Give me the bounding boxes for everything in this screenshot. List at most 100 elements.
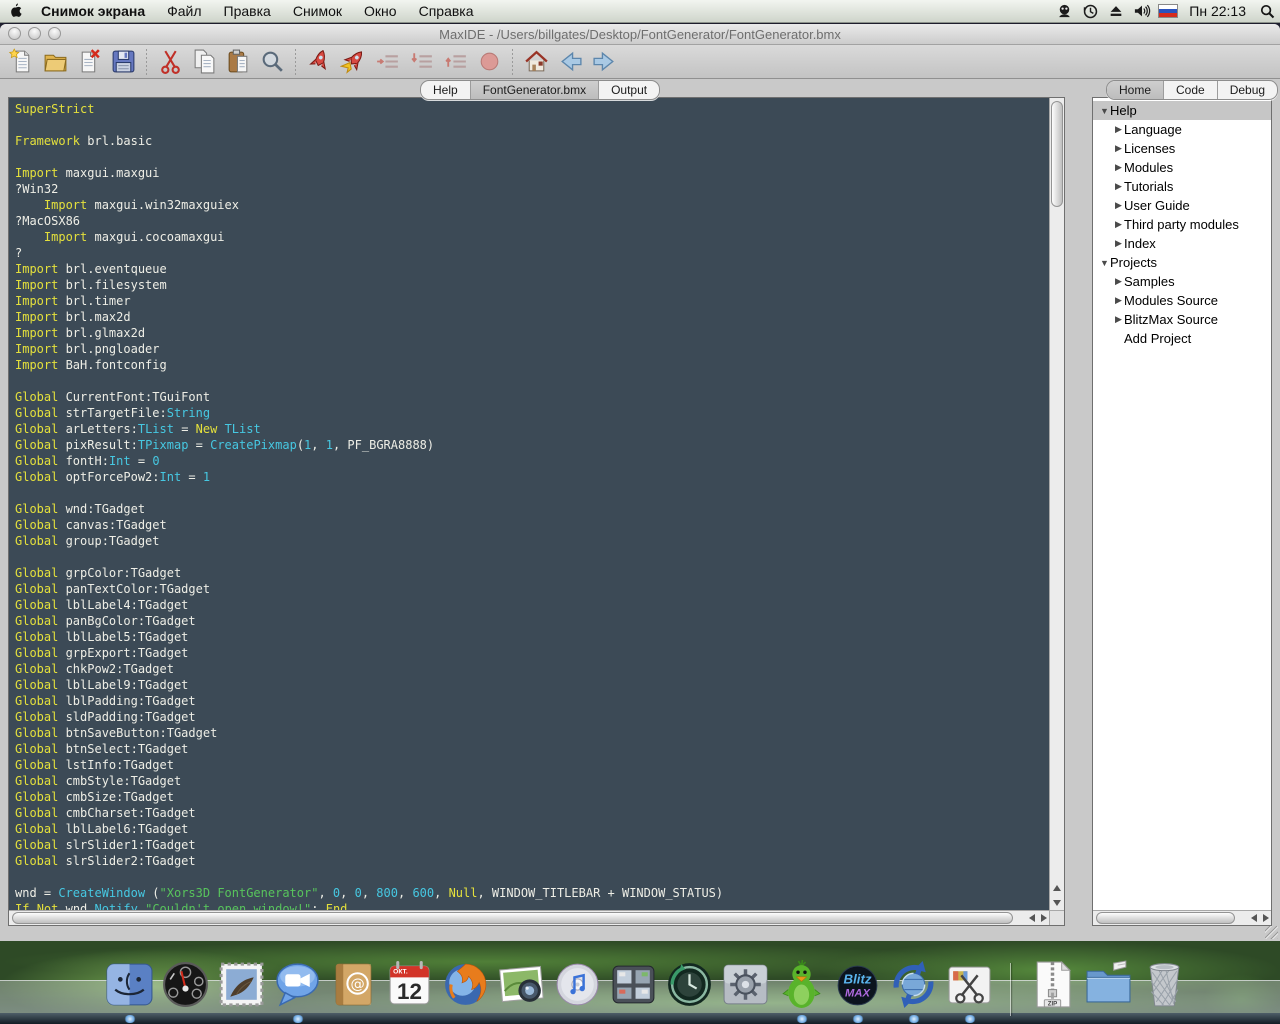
disclosure-down-icon[interactable]: ▼ <box>1099 258 1110 268</box>
editor-hscroll-thumb[interactable] <box>12 912 1013 924</box>
window-resize-grip[interactable] <box>1265 926 1278 939</box>
tree-item-index[interactable]: ▶Index <box>1093 234 1271 253</box>
tree-item-add-project[interactable]: Add Project <box>1093 329 1271 348</box>
dock-item-spaces[interactable] <box>608 959 659 1010</box>
tree-item-licenses[interactable]: ▶Licenses <box>1093 139 1271 158</box>
volume-icon[interactable] <box>1129 3 1155 19</box>
stop-button[interactable] <box>472 47 506 77</box>
tree-item-modules[interactable]: ▶Modules <box>1093 158 1271 177</box>
close-window-button[interactable] <box>8 27 21 40</box>
code-area[interactable]: SuperStrict Framework brl.basic Import m… <box>9 98 1049 910</box>
window-titlebar[interactable]: MaxIDE - /Users/billgates/Desktop/FontGe… <box>0 24 1280 45</box>
new-file-button[interactable] <box>4 47 38 77</box>
dock-item-address-book[interactable]: @ <box>328 959 379 1010</box>
eject-icon[interactable] <box>1103 3 1129 19</box>
editor-vscroll-thumb[interactable] <box>1051 101 1063 207</box>
editor-tab-output[interactable]: Output <box>599 81 659 99</box>
dock-item-adium[interactable] <box>776 959 827 1010</box>
cut-button[interactable] <box>153 47 187 77</box>
save-file-button[interactable] <box>106 47 140 77</box>
back-button[interactable] <box>553 47 587 77</box>
dock-item-finder[interactable] <box>104 959 155 1010</box>
screenshot-tray-icon[interactable] <box>1051 3 1077 20</box>
sidebar-hscroll-thumb[interactable] <box>1096 912 1235 924</box>
disclosure-right-icon[interactable]: ▶ <box>1113 314 1124 325</box>
tree-item-language[interactable]: ▶Language <box>1093 120 1271 139</box>
dock-item-zip-archive[interactable]: ZIP <box>1027 959 1078 1010</box>
find-button[interactable] <box>255 47 289 77</box>
step-button[interactable] <box>370 47 404 77</box>
copy-button[interactable] <box>187 47 221 77</box>
forward-button[interactable] <box>587 47 621 77</box>
scroll-left-arrow[interactable] <box>1029 914 1035 922</box>
disclosure-right-icon[interactable]: ▶ <box>1113 181 1124 192</box>
sidebar-scroll-left-arrow[interactable] <box>1251 914 1257 922</box>
tree-item-help[interactable]: ▼Help <box>1093 101 1271 120</box>
menubar-item-6[interactable]: Справка <box>408 0 485 22</box>
tree-item-samples[interactable]: ▶Samples <box>1093 272 1271 291</box>
editor-vertical-scrollbar[interactable] <box>1049 98 1064 910</box>
disclosure-right-icon[interactable]: ▶ <box>1113 219 1124 230</box>
step-in-button[interactable] <box>404 47 438 77</box>
tree-item-user-guide[interactable]: ▶User Guide <box>1093 196 1271 215</box>
dock-item-ichat[interactable] <box>272 959 323 1010</box>
dock-item-dashboard[interactable] <box>160 959 211 1010</box>
editor-tab-fontgenerator-bmx[interactable]: FontGenerator.bmx <box>471 81 599 99</box>
menubar-item-3[interactable]: Правка <box>213 0 282 22</box>
minimize-window-button[interactable] <box>28 27 41 40</box>
menubar-item-2[interactable]: Файл <box>156 0 212 22</box>
dock-item-blitzmax[interactable]: BlitzMAX <box>832 959 883 1010</box>
dock-item-time-machine[interactable] <box>664 959 715 1010</box>
disclosure-right-icon[interactable]: ▶ <box>1113 200 1124 211</box>
disclosure-right-icon[interactable]: ▶ <box>1113 143 1124 154</box>
zoom-window-button[interactable] <box>48 27 61 40</box>
dock-item-system-preferences[interactable] <box>720 959 771 1010</box>
editor-tab-help[interactable]: Help <box>421 81 471 99</box>
sidebar-scroll-right-arrow[interactable] <box>1263 914 1269 922</box>
dock-item-firefox[interactable] <box>440 959 491 1010</box>
disclosure-right-icon[interactable]: ▶ <box>1113 238 1124 249</box>
sidebar-tab-code[interactable]: Code <box>1164 81 1218 99</box>
menubar-item-4[interactable]: Снимок <box>282 0 353 22</box>
dock-item-sync[interactable] <box>888 959 939 1010</box>
dock-item-itunes[interactable] <box>552 959 603 1010</box>
build-run-button[interactable] <box>336 47 370 77</box>
code-editor[interactable]: SuperStrict Framework brl.basic Import m… <box>8 97 1065 926</box>
disclosure-right-icon[interactable]: ▶ <box>1113 124 1124 135</box>
close-file-button[interactable] <box>72 47 106 77</box>
menubar-item-1[interactable]: Снимок экрана <box>30 0 156 22</box>
tree-item-projects[interactable]: ▼Projects <box>1093 253 1271 272</box>
menubar-clock[interactable]: Пн 22:13 <box>1181 3 1254 19</box>
scroll-up-arrow[interactable] <box>1053 885 1061 891</box>
dock-item-mail[interactable] <box>216 959 267 1010</box>
flag-ru-icon[interactable] <box>1155 4 1181 18</box>
tree-item-modules-source[interactable]: ▶Modules Source <box>1093 291 1271 310</box>
scroll-right-arrow[interactable] <box>1041 914 1047 922</box>
dock-item-ical[interactable]: ОКТ.12 <box>384 959 435 1010</box>
editor-horizontal-scrollbar[interactable] <box>9 910 1049 925</box>
tree-item-tutorials[interactable]: ▶Tutorials <box>1093 177 1271 196</box>
dock-item-downloads-folder[interactable] <box>1083 959 1134 1010</box>
apple-menu-icon[interactable] <box>0 3 30 19</box>
sidebar-tab-debug[interactable]: Debug <box>1218 81 1277 99</box>
build-button[interactable] <box>302 47 336 77</box>
disclosure-down-icon[interactable]: ▼ <box>1099 106 1110 116</box>
disclosure-right-icon[interactable]: ▶ <box>1113 295 1124 306</box>
tree-item-third-party-modules[interactable]: ▶Third party modules <box>1093 215 1271 234</box>
tree-item-blitzmax-source[interactable]: ▶BlitzMax Source <box>1093 310 1271 329</box>
sidebar-tab-home[interactable]: Home <box>1107 81 1164 99</box>
spotlight-icon[interactable] <box>1254 4 1280 19</box>
scroll-down-arrow[interactable] <box>1053 900 1061 906</box>
paste-button[interactable] <box>221 47 255 77</box>
dock-item-trash[interactable] <box>1139 959 1190 1010</box>
open-file-button[interactable] <box>38 47 72 77</box>
dock-item-iphoto[interactable] <box>496 959 547 1010</box>
time-machine-menu-icon[interactable] <box>1077 3 1103 20</box>
disclosure-right-icon[interactable]: ▶ <box>1113 162 1124 173</box>
step-out-button[interactable] <box>438 47 472 77</box>
menubar-item-5[interactable]: Окно <box>353 0 408 22</box>
disclosure-right-icon[interactable]: ▶ <box>1113 276 1124 287</box>
sidebar-horizontal-scrollbar[interactable] <box>1093 910 1271 925</box>
dock-item-screenshot[interactable] <box>944 959 995 1010</box>
home-button[interactable] <box>519 47 553 77</box>
